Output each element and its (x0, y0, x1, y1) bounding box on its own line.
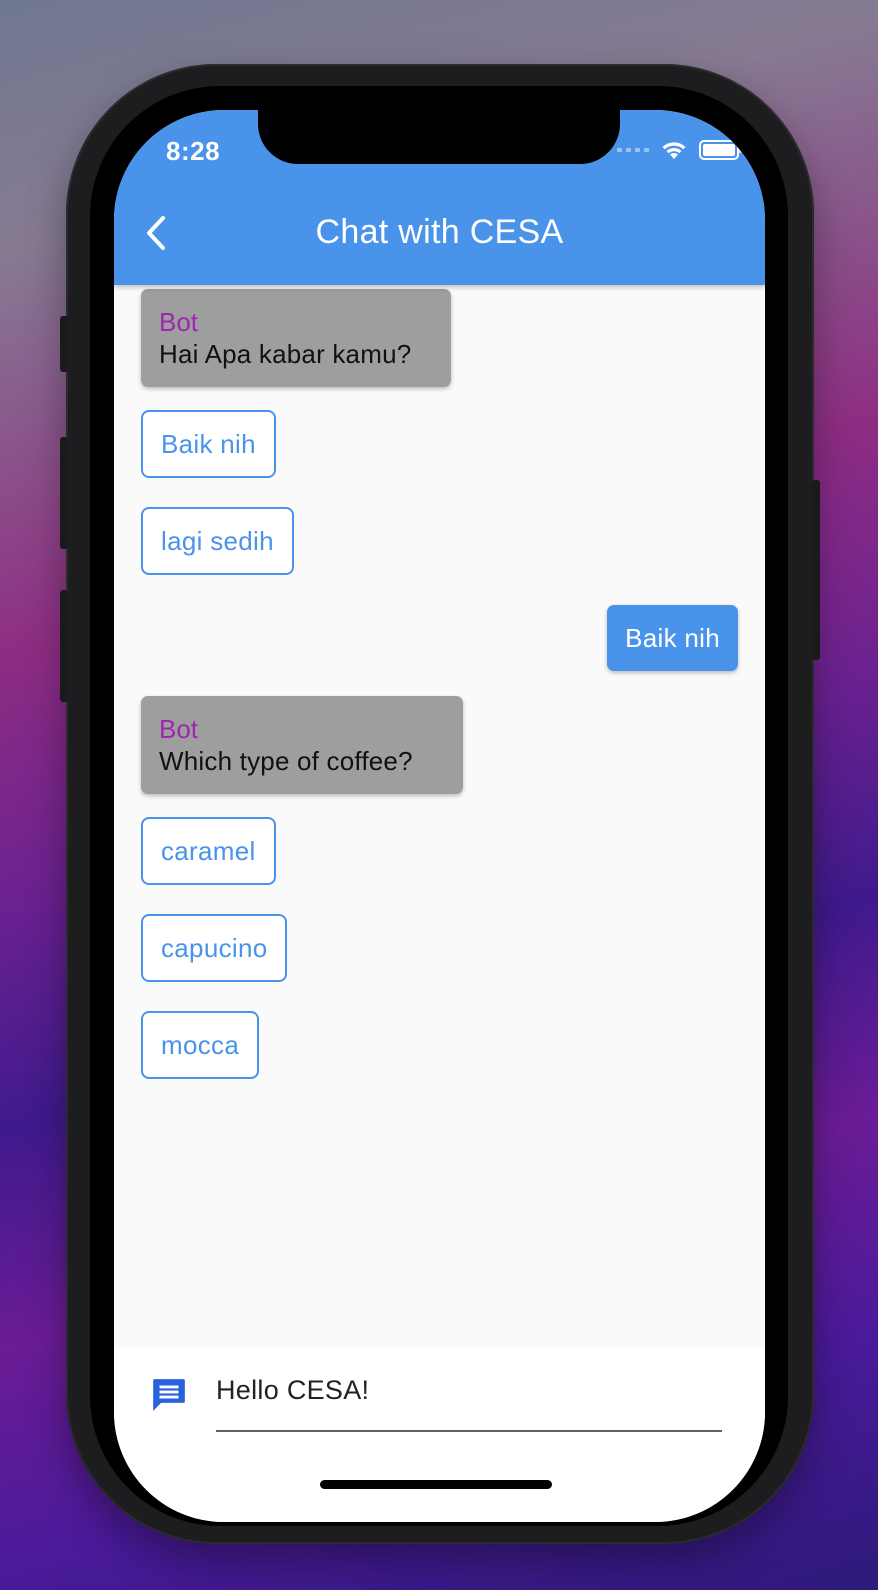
status-time: 8:28 (166, 136, 221, 166)
message-text: Which type of coffee? (159, 746, 413, 776)
silent-switch (60, 316, 68, 372)
volume-up-button (60, 437, 68, 549)
power-button (812, 480, 820, 660)
battery-icon (699, 140, 742, 160)
reply-option-baik-nih[interactable]: Baik nih (141, 410, 276, 478)
bot-message: Bot Which type of coffee? (141, 696, 463, 794)
chat-list[interactable]: Bot Hai Apa kabar kamu? Baik nih lagi se… (114, 285, 765, 1345)
reply-option-lagi-sedih[interactable]: lagi sedih (141, 507, 294, 575)
bot-message: Bot Hai Apa kabar kamu? (141, 289, 451, 387)
signal-icon (617, 148, 649, 152)
reply-option-caramel[interactable]: caramel (141, 817, 276, 885)
input-underline (216, 1430, 722, 1432)
user-message: Baik nih (607, 605, 738, 671)
message-text: Hai Apa kabar kamu? (159, 339, 412, 369)
notch (258, 110, 620, 164)
wifi-icon (662, 142, 686, 159)
reply-option-capucino[interactable]: capucino (141, 914, 288, 982)
volume-down-button (60, 590, 68, 702)
phone-screen: 8:28 Chat with CESA Bot Hai Apa kabar ka… (114, 110, 765, 1522)
sender-name: Bot (159, 307, 199, 337)
home-indicator (320, 1480, 552, 1489)
sender-name: Bot (159, 714, 199, 744)
status-icons (617, 140, 742, 160)
app-bar: 8:28 Chat with CESA (114, 110, 765, 285)
reply-option-mocca[interactable]: mocca (141, 1011, 260, 1079)
message-input-bar: Hello CESA! (114, 1348, 765, 1522)
message-input[interactable]: Hello CESA! (216, 1375, 369, 1406)
message-icon (153, 1379, 185, 1411)
page-title: Chat with CESA (315, 213, 564, 251)
